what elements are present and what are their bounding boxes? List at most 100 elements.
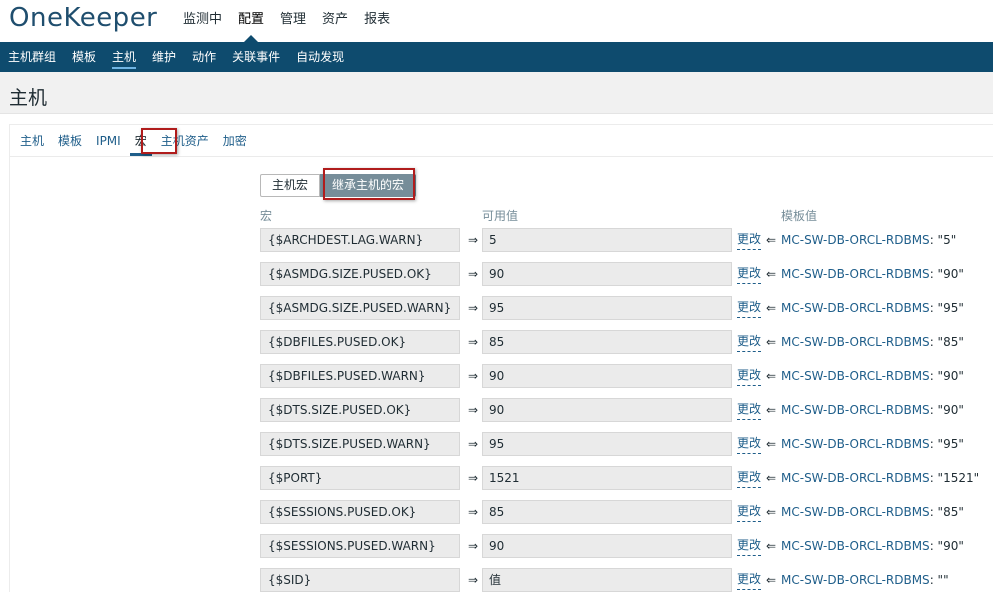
- arrow-right-icon: ⇒: [467, 233, 479, 247]
- macro-row: {$DTS.SIZE.PUSED.WARN} ⇒ 95 更改 ⇐ MC-SW-D…: [260, 432, 993, 456]
- change-link[interactable]: 更改: [737, 500, 762, 522]
- template-link[interactable]: MC-SW-DB-ORCL-RDBMS: [781, 335, 930, 349]
- arrow-right-icon: ⇒: [467, 573, 479, 587]
- template-value-text: : "": [929, 573, 949, 587]
- title-band: 主机: [0, 72, 993, 114]
- macro-row: {$PORT} ⇒ 1521 更改 ⇐ MC-SW-DB-ORCL-RDBMS:…: [260, 466, 993, 490]
- arrow-right-icon: ⇒: [467, 267, 479, 281]
- arrow-right-icon: ⇒: [467, 335, 479, 349]
- content-panel: 主机 模板 IPMI 宏 主机资产 加密 主机宏 继承主机的宏 宏 可用值 模板…: [9, 124, 993, 592]
- change-link[interactable]: 更改: [737, 466, 762, 488]
- template-link[interactable]: MC-SW-DB-ORCL-RDBMS: [781, 267, 930, 281]
- column-header-effective-value: 可用值: [482, 209, 519, 223]
- arrow-right-icon: ⇒: [467, 437, 479, 451]
- macro-value-field: 95: [482, 296, 732, 320]
- macro-name-field: {$DBFILES.PUSED.WARN}: [260, 364, 460, 388]
- change-link[interactable]: 更改: [737, 330, 762, 352]
- template-value: MC-SW-DB-ORCL-RDBMS: "85": [781, 500, 964, 524]
- arrow-right-icon: ⇒: [467, 369, 479, 383]
- column-header-macro: 宏: [260, 209, 273, 223]
- macro-row: {$SESSIONS.PUSED.OK} ⇒ 85 更改 ⇐ MC-SW-DB-…: [260, 500, 993, 524]
- macro-name-field: {$ASMDG.SIZE.PUSED.OK}: [260, 262, 460, 286]
- template-link[interactable]: MC-SW-DB-ORCL-RDBMS: [781, 539, 930, 553]
- template-value: MC-SW-DB-ORCL-RDBMS: "": [781, 568, 949, 592]
- top-menu-item-assets[interactable]: 资产: [314, 0, 356, 42]
- macro-value-field: 值: [482, 568, 732, 592]
- macro-name-field: {$SESSIONS.PUSED.OK}: [260, 500, 460, 524]
- app-logo[interactable]: OneKeeper: [9, 3, 157, 33]
- sub-nav-item-templates[interactable]: 模板: [64, 42, 104, 72]
- template-value: MC-SW-DB-ORCL-RDBMS: "1521": [781, 466, 979, 490]
- tab-macros[interactable]: 宏: [128, 125, 154, 156]
- macro-source-toggle: 主机宏 继承主机的宏: [260, 174, 417, 197]
- macro-value-field: 90: [482, 364, 732, 388]
- sub-nav-item-actions[interactable]: 动作: [184, 42, 224, 72]
- change-link[interactable]: 更改: [737, 228, 762, 250]
- template-link[interactable]: MC-SW-DB-ORCL-RDBMS: [781, 369, 930, 383]
- macro-row: {$ASMDG.SIZE.PUSED.OK} ⇒ 90 更改 ⇐ MC-SW-D…: [260, 262, 993, 286]
- template-value: MC-SW-DB-ORCL-RDBMS: "90": [781, 262, 964, 286]
- sub-nav-item-correlation[interactable]: 关联事件: [224, 42, 288, 72]
- arrow-left-icon: ⇐: [765, 301, 777, 315]
- change-link[interactable]: 更改: [737, 398, 762, 420]
- template-link[interactable]: MC-SW-DB-ORCL-RDBMS: [781, 301, 930, 315]
- template-value-text: : "5": [929, 233, 957, 247]
- template-link[interactable]: MC-SW-DB-ORCL-RDBMS: [781, 403, 930, 417]
- page-title: 主机: [9, 87, 48, 109]
- macro-name-field: {$DTS.SIZE.PUSED.OK}: [260, 398, 460, 422]
- tab-ipmi[interactable]: IPMI: [89, 125, 128, 156]
- macro-row: {$ARCHDEST.LAG.WARN} ⇒ 5 更改 ⇐ MC-SW-DB-O…: [260, 228, 993, 252]
- arrow-left-icon: ⇐: [765, 471, 777, 485]
- tab-inventory[interactable]: 主机资产: [154, 125, 216, 156]
- top-menu: 监测中 配置 管理 资产 报表: [175, 0, 398, 42]
- change-link[interactable]: 更改: [737, 432, 762, 454]
- template-link[interactable]: MC-SW-DB-ORCL-RDBMS: [781, 233, 930, 247]
- tab-encryption[interactable]: 加密: [216, 125, 254, 156]
- change-link[interactable]: 更改: [737, 568, 762, 590]
- change-link[interactable]: 更改: [737, 534, 762, 556]
- top-menu-item-administration[interactable]: 管理: [272, 0, 314, 42]
- template-value-text: : "95": [929, 437, 964, 451]
- template-value-text: : "90": [929, 267, 964, 281]
- tab-templates[interactable]: 模板: [51, 125, 89, 156]
- template-value: MC-SW-DB-ORCL-RDBMS: "90": [781, 364, 964, 388]
- template-value: MC-SW-DB-ORCL-RDBMS: "95": [781, 296, 964, 320]
- top-menu-item-reports[interactable]: 报表: [356, 0, 398, 42]
- change-link[interactable]: 更改: [737, 364, 762, 386]
- macro-row: {$ASMDG.SIZE.PUSED.WARN} ⇒ 95 更改 ⇐ MC-SW…: [260, 296, 993, 320]
- change-link[interactable]: 更改: [737, 262, 762, 284]
- arrow-left-icon: ⇐: [765, 539, 777, 553]
- sub-nav-item-host-groups[interactable]: 主机群组: [0, 42, 64, 72]
- tab-host[interactable]: 主机: [13, 125, 51, 156]
- template-link[interactable]: MC-SW-DB-ORCL-RDBMS: [781, 573, 930, 587]
- macro-value-field: 5: [482, 228, 732, 252]
- macro-value-field: 1521: [482, 466, 732, 490]
- tab-bar: 主机 模板 IPMI 宏 主机资产 加密: [10, 125, 993, 157]
- macro-name-field: {$ARCHDEST.LAG.WARN}: [260, 228, 460, 252]
- template-value-text: : "85": [929, 335, 964, 349]
- macro-row: {$DTS.SIZE.PUSED.OK} ⇒ 90 更改 ⇐ MC-SW-DB-…: [260, 398, 993, 422]
- macro-name-field: {$PORT}: [260, 466, 460, 490]
- arrow-left-icon: ⇐: [765, 505, 777, 519]
- sub-nav-item-hosts[interactable]: 主机: [104, 42, 144, 72]
- inherited-macros-button[interactable]: 继承主机的宏: [320, 174, 417, 197]
- template-value-text: : "1521": [929, 471, 980, 485]
- top-menu-item-monitoring[interactable]: 监测中: [175, 0, 230, 42]
- template-value: MC-SW-DB-ORCL-RDBMS: "90": [781, 398, 964, 422]
- sub-nav-item-discovery[interactable]: 自动发现: [288, 42, 352, 72]
- host-macros-button[interactable]: 主机宏: [260, 174, 321, 197]
- top-menu-item-configuration[interactable]: 配置: [230, 0, 272, 42]
- arrow-right-icon: ⇒: [467, 505, 479, 519]
- template-value: MC-SW-DB-ORCL-RDBMS: "95": [781, 432, 964, 456]
- template-link[interactable]: MC-SW-DB-ORCL-RDBMS: [781, 505, 930, 519]
- macro-row: {$SESSIONS.PUSED.WARN} ⇒ 90 更改 ⇐ MC-SW-D…: [260, 534, 993, 558]
- template-link[interactable]: MC-SW-DB-ORCL-RDBMS: [781, 471, 930, 485]
- template-value-text: : "90": [929, 539, 964, 553]
- macro-value-field: 90: [482, 534, 732, 558]
- template-value-text: : "95": [929, 301, 964, 315]
- sub-nav: 主机群组 模板 主机 维护 动作 关联事件 自动发现: [0, 42, 993, 72]
- template-link[interactable]: MC-SW-DB-ORCL-RDBMS: [781, 437, 930, 451]
- change-link[interactable]: 更改: [737, 296, 762, 318]
- sub-nav-item-maintenance[interactable]: 维护: [144, 42, 184, 72]
- macro-row: {$DBFILES.PUSED.OK} ⇒ 85 更改 ⇐ MC-SW-DB-O…: [260, 330, 993, 354]
